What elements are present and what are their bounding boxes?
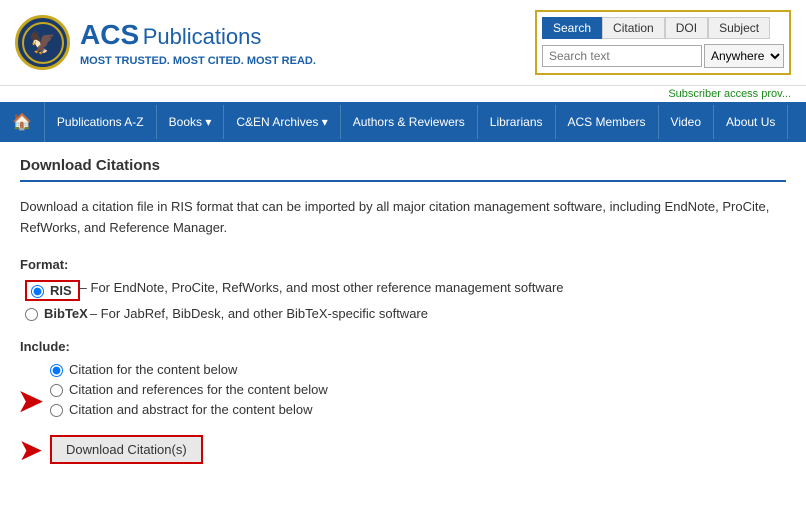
nav-video[interactable]: Video [659,105,714,139]
location-dropdown[interactable]: Anywhere Title Author Abstract [704,44,784,68]
nav-publications-az[interactable]: Publications A-Z [45,105,157,139]
include-options: ➤ Citation for the content below Citatio… [50,362,786,417]
logo-inner: 🦅 [22,22,64,64]
search-panel: Search Citation DOI Subject Anywhere Tit… [535,10,791,75]
tab-subject[interactable]: Subject [708,17,770,39]
nav-about-us[interactable]: About Us [714,105,788,139]
include-citation-abstract-radio[interactable] [50,404,63,417]
download-btn-wrapper: ➤ Download Citation(s) [50,435,203,464]
logo-text: ACS Publications MOST TRUSTED. MOST CITE… [80,19,316,67]
main-content: Download Citations Download a citation f… [0,142,806,479]
include-citation-refs-radio[interactable] [50,384,63,397]
bibtex-label: BibTeX [44,306,88,321]
tab-citation[interactable]: Citation [602,17,665,39]
download-button[interactable]: Download Citation(s) [50,435,203,464]
nav-acs-members[interactable]: ACS Members [556,105,659,139]
subscriber-bar: Subscriber access prov... [0,86,806,102]
search-input-row: Anywhere Title Author Abstract [542,44,784,68]
logo-area: 🦅 ACS Publications MOST TRUSTED. MOST CI… [15,15,316,70]
include-citation-refs-label: Citation and references for the content … [69,382,328,397]
tab-doi[interactable]: DOI [665,17,708,39]
tab-search[interactable]: Search [542,17,602,39]
section-title: Download Citations [20,157,786,182]
include-citation-row: Citation for the content below [50,362,786,377]
format-ris-radio[interactable] [31,285,44,298]
search-input[interactable] [542,45,702,67]
format-bibtex-radio[interactable] [25,308,38,321]
nav-home-button[interactable]: 🏠 [0,102,45,142]
nav-authors-reviewers[interactable]: Authors & Reviewers [341,105,478,139]
nav-cen-archives[interactable]: C&EN Archives ▾ [224,105,340,139]
nav-books[interactable]: Books ▾ [157,105,225,139]
format-label: Format: [20,257,786,272]
eagle-icon: 🦅 [29,30,56,56]
arrow-icon: ➤ [18,384,43,419]
nav-bar: 🏠 Publications A-Z Books ▾ C&EN Archives… [0,102,806,142]
tagline: MOST TRUSTED. MOST CITED. MOST READ. [80,55,316,67]
ris-desc: – For EndNote, ProCite, RefWorks, and mo… [80,280,564,295]
subscriber-text: Subscriber access prov... [668,88,791,100]
format-ris-row: RIS – For EndNote, ProCite, RefWorks, an… [25,280,786,301]
include-citation-abstract-label: Citation and abstract for the content be… [69,402,313,417]
arrow-icon-2: ➤ [18,433,43,468]
description-text: Download a citation file in RIS format t… [20,197,786,239]
nav-librarians[interactable]: Librarians [478,105,556,139]
format-bibtex-row: BibTeX – For JabRef, BibDesk, and other … [25,306,786,321]
logo-title: ACS Publications [80,19,316,51]
include-label: Include: [20,339,786,354]
logo-circle: 🦅 [15,15,70,70]
ris-box: RIS [25,280,80,301]
include-citation-label: Citation for the content below [69,362,237,377]
ris-label: RIS [50,283,72,298]
search-tabs: Search Citation DOI Subject [542,17,784,39]
bibtex-desc: – For JabRef, BibDesk, and other BibTeX-… [90,306,428,321]
include-citation-radio[interactable] [50,364,63,377]
header: 🦅 ACS Publications MOST TRUSTED. MOST CI… [0,0,806,86]
include-citation-refs-row: Citation and references for the content … [50,382,786,397]
include-citation-abstract-row: Citation and abstract for the content be… [50,402,786,417]
format-options: RIS – For EndNote, ProCite, RefWorks, an… [20,280,786,321]
